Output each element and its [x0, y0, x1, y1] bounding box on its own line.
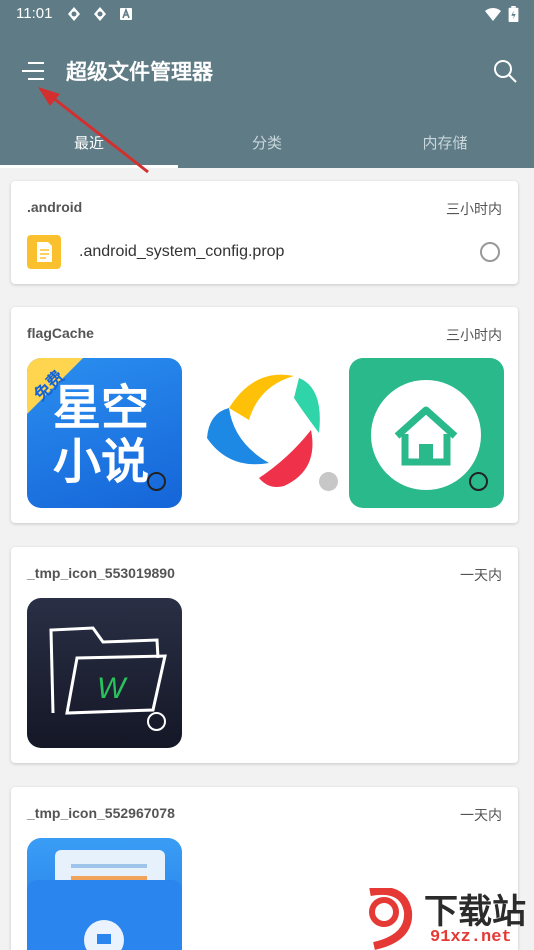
group-time: 三小时内 [446, 202, 502, 218]
text-file-icon [27, 235, 61, 269]
select-radio[interactable] [319, 472, 338, 491]
app-title: 超级文件管理器 [66, 60, 213, 84]
group-time: 一天内 [460, 808, 502, 824]
status-bar: 11:01 [0, 0, 534, 28]
tab-indicator [0, 165, 178, 168]
star-novel-app-icon[interactable]: 免费 星空 小说 [27, 358, 182, 508]
select-radio[interactable] [469, 472, 488, 491]
tab-bar: 最近 分类 内存储 [0, 126, 534, 168]
recent-group-card: _tmp_icon_553019890 一天内 W [11, 547, 518, 763]
group-time: 一天内 [460, 568, 502, 584]
notification-a-icon [120, 7, 132, 20]
app-icon-text: 星空 [53, 380, 150, 436]
tab-recent[interactable]: 最近 [0, 126, 178, 168]
file-row[interactable]: .android_system_config.prop [27, 233, 502, 273]
watermark-logo-text: 下载站 [424, 892, 526, 932]
search-icon[interactable] [492, 58, 518, 84]
secure-folder-icon [27, 850, 182, 950]
select-radio[interactable] [480, 242, 500, 262]
tencent-app-store-icon[interactable] [199, 358, 354, 508]
file-name: .android_system_config.prop [79, 243, 285, 260]
recent-group-card: .android 三小时内 .android_system_config.pro… [11, 181, 518, 284]
watermark-logo-icon [369, 888, 413, 950]
sync-icon [68, 7, 80, 21]
group-folder-name: flagCache [27, 325, 94, 341]
app-bar: 超级文件管理器 最近 分类 内存储 [0, 28, 534, 168]
group-time: 三小时内 [446, 328, 502, 344]
file-manager-w-app-icon[interactable]: W [27, 598, 182, 748]
app-icon-letter: W [97, 672, 126, 705]
group-folder-name: _tmp_icon_553019890 [27, 565, 175, 581]
watermark: 下载站 91xz.net [360, 884, 534, 950]
home-app-icon[interactable] [349, 358, 504, 508]
secure-folder-app-icon[interactable] [27, 838, 182, 950]
menu-icon[interactable] [18, 58, 48, 84]
select-radio[interactable] [147, 472, 166, 491]
app-icon-text: 小说 [53, 434, 150, 490]
tab-internal-storage[interactable]: 内存储 [356, 126, 534, 168]
tab-categories[interactable]: 分类 [178, 126, 356, 168]
select-radio[interactable] [147, 712, 166, 731]
group-folder-name: _tmp_icon_552967078 [27, 805, 175, 821]
group-folder-name: .android [27, 199, 83, 215]
watermark-url: 91xz.net [430, 928, 512, 947]
status-time: 11:01 [16, 5, 53, 22]
recent-group-card: flagCache 三小时内 免费 星空 小说 [11, 307, 518, 523]
sync-icon [94, 7, 106, 21]
wifi-icon [485, 7, 501, 21]
battery-icon [508, 6, 519, 22]
